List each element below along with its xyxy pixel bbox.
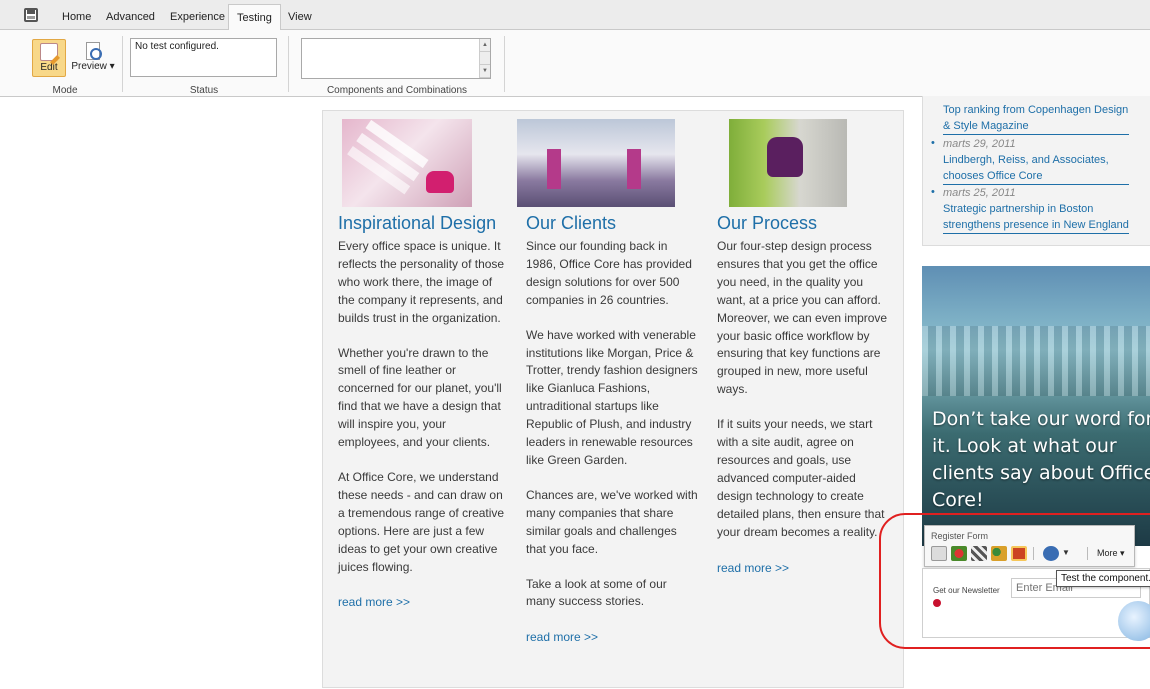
read-more-link[interactable]: read more >> — [338, 595, 410, 609]
column-inspirational-design: Inspirational Design Every office space … — [338, 119, 510, 611]
news-item: • marts 29, 2011 Lindbergh, Reiss, and A… — [931, 137, 1150, 185]
tab-experience[interactable]: Experience — [162, 7, 233, 31]
group-divider — [504, 36, 505, 92]
content-panel: Inspirational Design Every office space … — [322, 110, 904, 688]
news-link[interactable]: Top ranking from Copenhagen Design & Sty… — [943, 102, 1129, 135]
design-image — [342, 119, 472, 207]
column-paragraph: We have worked with venerable institutio… — [526, 327, 698, 467]
banner-text: Don’t take our word for it. Look at what… — [932, 408, 1150, 511]
mode-group: Edit Preview ▾ Mode — [10, 34, 120, 96]
column-title: Our Process — [717, 213, 818, 233]
tab-view[interactable]: View — [280, 7, 320, 31]
preview-label: Preview ▾ — [71, 61, 115, 72]
status-textbox[interactable]: No test configured. — [130, 38, 277, 77]
read-more-link[interactable]: read more >> — [717, 561, 789, 575]
news-panel: Top ranking from Copenhagen Design & Sty… — [922, 96, 1150, 246]
column-paragraph: At Office Core, we understand these need… — [338, 469, 505, 574]
news-link[interactable]: Strategic partnership in Boston strength… — [943, 201, 1129, 234]
column-paragraph: Our four-step design process ensures tha… — [717, 239, 888, 397]
highlight-annotation — [879, 513, 1150, 649]
scroll-down-icon[interactable]: ▼ — [480, 65, 490, 78]
scroll-up-icon[interactable]: ▲ — [480, 39, 490, 52]
group-divider — [122, 36, 123, 92]
tab-testing[interactable]: Testing — [228, 4, 281, 31]
column-our-clients: Our Clients Since our founding back in 1… — [517, 119, 698, 646]
news-item: • marts 25, 2011 Strategic partnership i… — [931, 186, 1150, 234]
bullet-icon: • — [931, 137, 935, 149]
save-icon[interactable] — [24, 8, 38, 22]
column-title: Inspirational Design — [338, 213, 497, 233]
edit-button[interactable]: Edit — [32, 39, 66, 77]
status-group-label: Status — [189, 85, 219, 96]
column-paragraph: If it suits your needs, we start with a … — [717, 417, 885, 539]
clients-image — [517, 119, 675, 207]
column-paragraph: Since our founding back in 1986, Office … — [526, 239, 692, 307]
read-more-link[interactable]: read more >> — [526, 630, 598, 644]
scroll-thumb[interactable] — [480, 52, 490, 65]
news-date: marts 29, 2011 — [943, 138, 1016, 150]
column-title: Our Clients — [526, 213, 617, 233]
preview-button[interactable]: Preview ▾ — [70, 39, 116, 77]
bullet-icon: • — [931, 186, 935, 198]
ribbon-tab-bar: Home Advanced Experience Testing View — [0, 0, 1150, 31]
news-item: Top ranking from Copenhagen Design & Sty… — [943, 102, 1150, 135]
tab-home[interactable]: Home — [54, 7, 99, 31]
column-paragraph: Chances are, we've worked with many comp… — [526, 487, 698, 556]
column-paragraph: Whether you're drawn to the smell of fin… — [338, 345, 502, 450]
components-listbox[interactable]: ▲ ▼ — [301, 38, 491, 79]
preview-icon — [86, 42, 102, 60]
process-image — [729, 119, 847, 207]
column-our-process: Our Process Our four-step design process… — [717, 119, 889, 577]
tab-advanced[interactable]: Advanced — [98, 7, 163, 31]
listbox-scrollbar[interactable]: ▲ ▼ — [479, 39, 490, 78]
testimonial-banner[interactable]: Don’t take our word for it. Look at what… — [922, 266, 1150, 546]
column-paragraph: Every office space is unique. It reflect… — [338, 239, 505, 325]
news-link[interactable]: Lindbergh, Reiss, and Associates, choose… — [943, 152, 1129, 185]
edit-icon — [40, 43, 58, 61]
column-paragraph: Take a look at some of our many success … — [526, 576, 667, 609]
news-date: marts 25, 2011 — [943, 187, 1016, 199]
edit-label: Edit — [40, 62, 58, 73]
group-divider — [288, 36, 289, 92]
mode-group-label: Mode — [52, 85, 78, 96]
components-group-label: Components and Combinations — [326, 85, 468, 96]
